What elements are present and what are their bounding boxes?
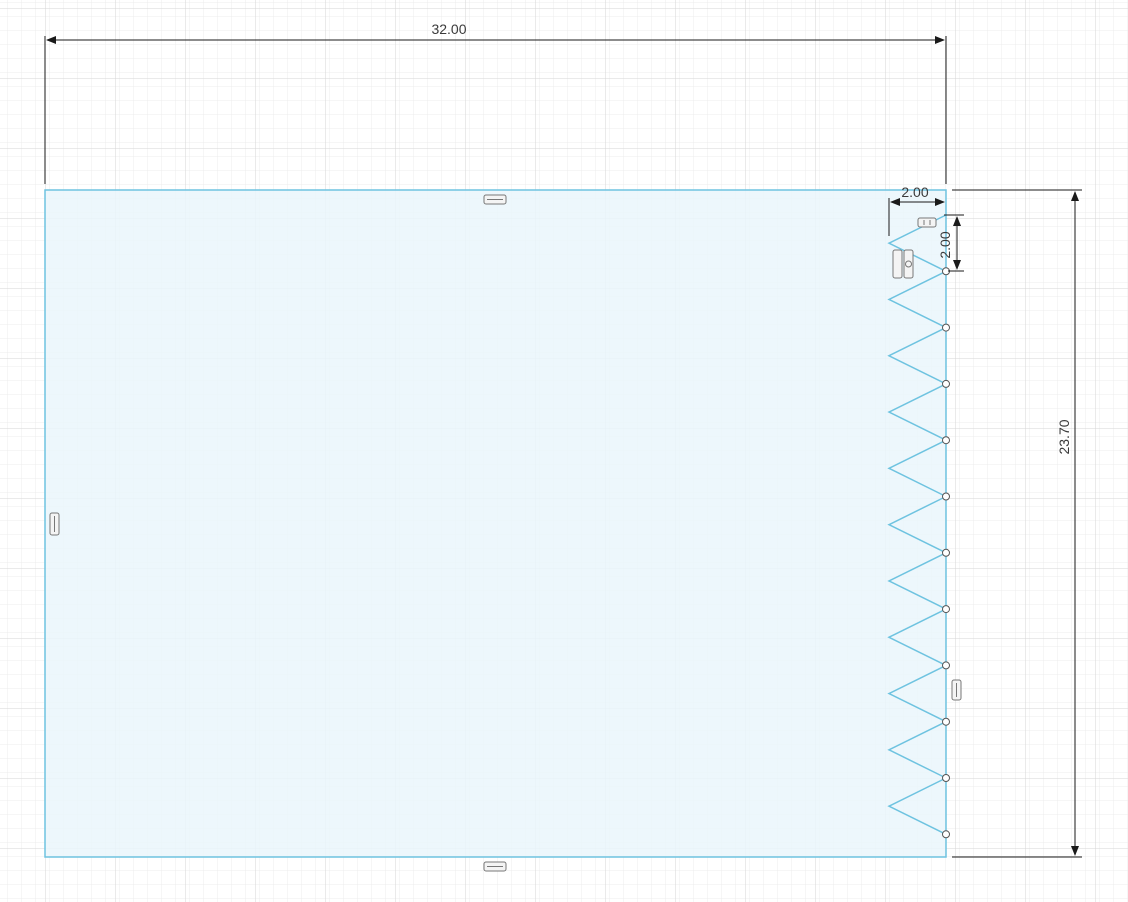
width-dimension-label[interactable]: 32.00 <box>431 21 466 37</box>
sketch-point[interactable] <box>942 548 950 557</box>
vertical-constraint-icon[interactable] <box>49 512 60 536</box>
parallel-constraint-icon[interactable] <box>917 217 937 228</box>
sketch-point[interactable] <box>942 830 950 839</box>
vertical-constraint-icon[interactable] <box>951 679 962 701</box>
sketch-point[interactable] <box>942 774 950 782</box>
horizontal-constraint-icon[interactable] <box>483 194 507 205</box>
sketch-point[interactable] <box>942 605 950 614</box>
sketch-point[interactable] <box>942 717 950 726</box>
sketch-point[interactable] <box>942 436 950 445</box>
height-dimension-label[interactable]: 23.70 <box>1056 419 1072 454</box>
tooth-width-dimension-label[interactable]: 2.00 <box>901 184 928 200</box>
sketch-point[interactable] <box>942 492 950 501</box>
sketch-profile-fill <box>45 190 946 857</box>
sketch-point[interactable] <box>942 323 950 332</box>
horizontal-constraint-icon[interactable] <box>483 861 507 872</box>
sketch-point[interactable] <box>942 661 950 670</box>
tooth-height-dimension-label[interactable]: 2.00 <box>937 231 953 258</box>
sketch-point[interactable] <box>942 379 950 388</box>
sketch-canvas[interactable]: 32.00 23.70 2.00 2.00 <box>0 0 1128 902</box>
